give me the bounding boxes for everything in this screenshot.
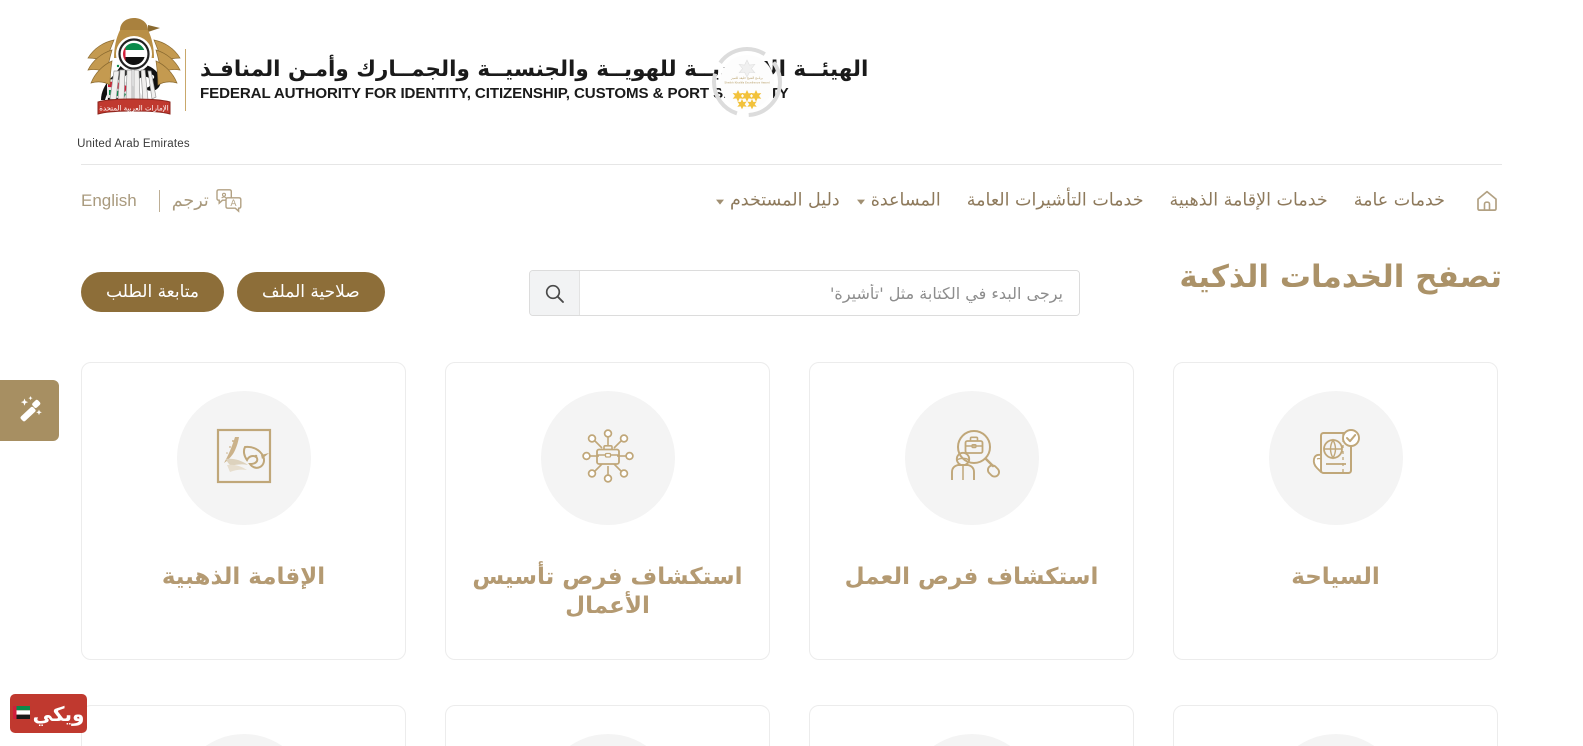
card-icon-wrap <box>176 734 311 746</box>
card-title: السياحة <box>1291 564 1380 590</box>
nav-label: خدمات عامة <box>1353 190 1445 211</box>
nav-item-general-services[interactable]: خدمات عامة <box>1341 186 1458 217</box>
page-title: تصفح الخدمات الذكية <box>1179 259 1502 295</box>
nav-label: دليل المستخدم <box>729 190 840 211</box>
card-row2-item[interactable] <box>445 705 770 746</box>
nav-label: خدمات الإقامة الذهبية <box>1169 190 1328 211</box>
service-cards-grid: الإقامة الذهبية استكشاف فرص تأسيس الأعما… <box>81 362 1502 660</box>
chevron-down-icon <box>856 200 865 205</box>
svg-text:A: A <box>230 199 237 209</box>
svg-text:الإمارات العربية المتحدة: الإمارات العربية المتحدة <box>99 105 168 113</box>
uae-flag-icon <box>12 704 30 723</box>
main-navigation: خدمات عامة خدمات الإقامة الذهبية خدمات ا… <box>81 166 1502 236</box>
language-switcher: English ترجم A <box>81 188 244 214</box>
site-header: الهيئــة الاتحاديــة للهويــة والجنسيــة… <box>0 0 1583 166</box>
nav-label: خدمات التأشيرات العامة <box>966 190 1144 211</box>
nav-item-help[interactable]: المساعدة <box>844 186 954 217</box>
card-tourism[interactable]: السياحة <box>1173 362 1498 660</box>
framed-falcon-icon <box>213 425 275 491</box>
card-icon-wrap <box>1268 391 1403 525</box>
briefcase-network-icon <box>575 425 641 491</box>
nav-items-group: خدمات عامة خدمات الإقامة الذهبية خدمات ا… <box>703 186 1502 217</box>
translate-link[interactable]: ترجم <box>172 191 212 211</box>
card-icon-wrap <box>904 391 1039 525</box>
card-title: استكشاف فرص العمل <box>844 564 1099 590</box>
file-validity-button[interactable]: صلاحية الملف <box>237 272 385 312</box>
card-icon-wrap <box>1268 734 1403 746</box>
nav-label: المساعدة <box>870 190 941 211</box>
page-root: الهيئــة الاتحاديــة للهويــة والجنسيــة… <box>0 0 1583 746</box>
card-row2-item[interactable] <box>81 705 406 746</box>
track-request-button[interactable]: متابعة الطلب <box>81 272 225 312</box>
government-excellence-seal: برنامج الشيخ خليفة للتميز Sheikh Khalifa… <box>711 46 783 118</box>
accessibility-tools-tab[interactable] <box>0 380 59 441</box>
card-golden-residency[interactable]: الإقامة الذهبية <box>81 362 406 660</box>
card-explore-job-opportunities[interactable]: استكشاف فرص العمل <box>809 362 1134 660</box>
card-title: استكشاف فرص تأسيس الأعمال <box>472 564 743 620</box>
language-separator <box>158 190 160 212</box>
card-icon-wrap <box>540 734 675 746</box>
card-row2-item[interactable] <box>1173 705 1498 746</box>
nav-item-golden-residency-services[interactable]: خدمات الإقامة الذهبية <box>1157 186 1341 217</box>
toolbar-buttons: متابعة الطلب صلاحية الملف <box>81 272 385 312</box>
card-icon-wrap <box>176 391 311 525</box>
nav-item-general-visa-services[interactable]: خدمات التأشيرات العامة <box>954 186 1157 217</box>
translate-icon[interactable]: A <box>214 188 244 214</box>
card-icon-wrap <box>904 734 1039 746</box>
svg-text:برنامج الشيخ خليفة للتميز: برنامج الشيخ خليفة للتميز <box>730 76 763 80</box>
card-explore-business-setup[interactable]: استكشاف فرص تأسيس الأعمال <box>445 362 770 660</box>
card-row2-item[interactable] <box>809 705 1134 746</box>
person-job-search-icon <box>941 425 1003 491</box>
passport-globe-hand-icon <box>1305 425 1367 491</box>
search-icon[interactable] <box>530 271 580 315</box>
uae-emblem-block: الإمارات العربية المتحدة United Arab Emi… <box>77 14 190 150</box>
home-icon[interactable] <box>1472 186 1502 216</box>
header-inner: الهيئــة الاتحاديــة للهويــة والجنسيــة… <box>77 0 1502 165</box>
emblem-label: United Arab Emirates <box>77 138 190 150</box>
services-toolbar: تصفح الخدمات الذكية متابعة الطلب صلاحية … <box>81 255 1502 319</box>
search-bar <box>529 270 1080 316</box>
chevron-down-icon <box>715 200 724 205</box>
wiki-badge-text: ويكي <box>32 701 85 726</box>
wiki-badge[interactable]: ويكي <box>10 694 87 733</box>
nav-item-user-guide[interactable]: دليل المستخدم <box>703 186 844 217</box>
card-icon-wrap <box>540 391 675 525</box>
language-english-link[interactable]: English <box>81 191 147 211</box>
magic-wand-icon <box>15 394 45 428</box>
search-input[interactable] <box>580 271 1079 315</box>
uae-national-emblem: الإمارات العربية المتحدة <box>82 14 186 136</box>
svg-text:Sheikh Khalifa Excellence Awar: Sheikh Khalifa Excellence Award <box>724 81 770 85</box>
card-title: الإقامة الذهبية <box>161 564 326 590</box>
service-cards-grid-row2 <box>81 705 1502 746</box>
